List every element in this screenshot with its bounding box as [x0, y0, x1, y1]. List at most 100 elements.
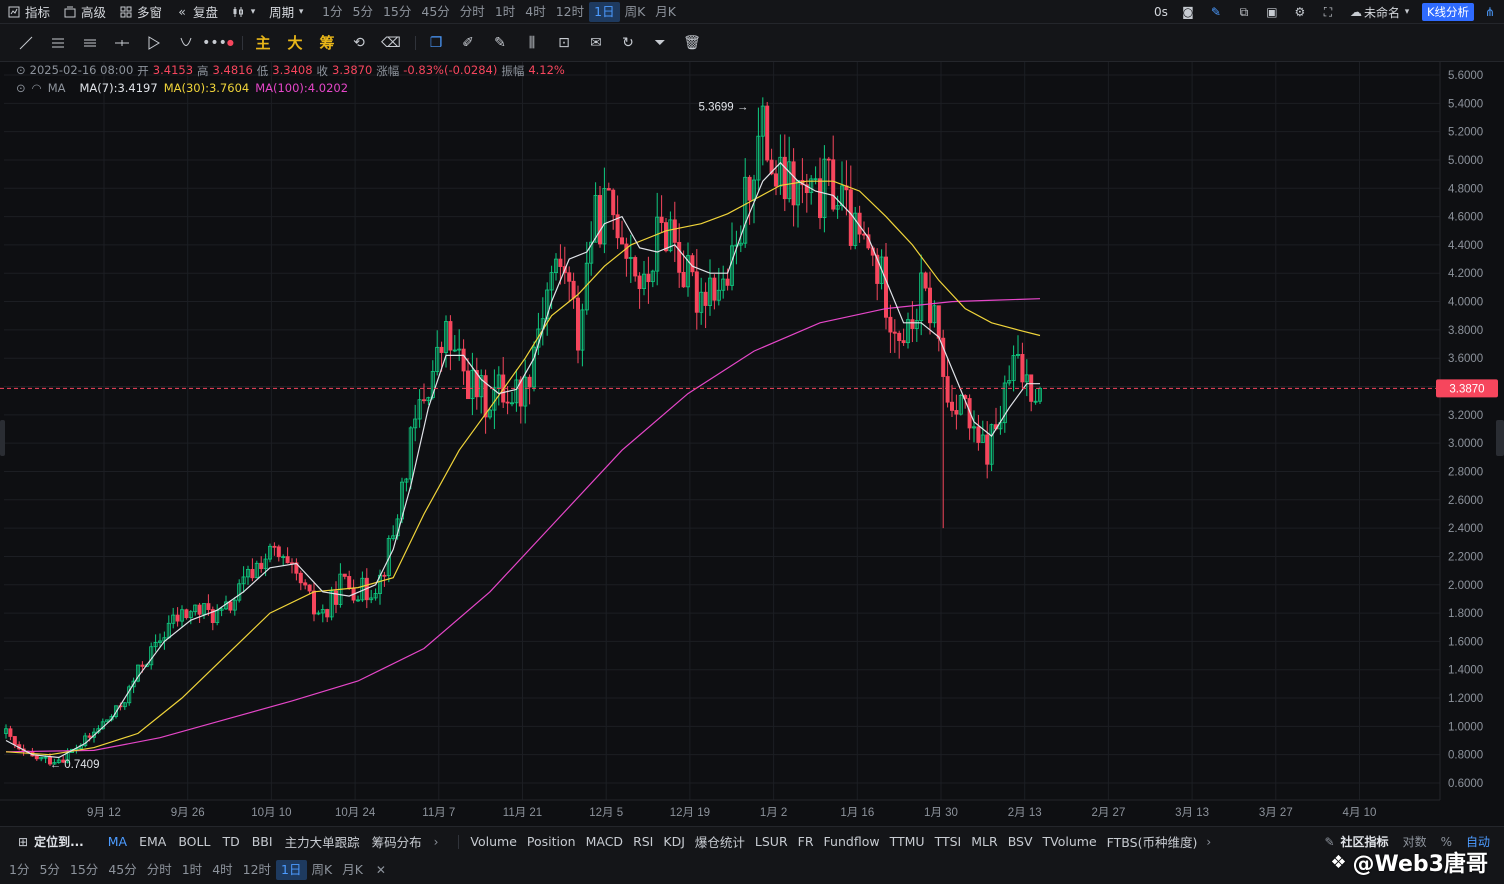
- layout-name[interactable]: 未命名: [1364, 4, 1400, 21]
- sub-indicator-13[interactable]: TVolume: [1038, 834, 1102, 849]
- sub-indicator-7[interactable]: FR: [793, 834, 819, 849]
- top-tf-8[interactable]: 1日: [589, 1, 620, 22]
- chevron-down-icon[interactable]: ▾: [1402, 4, 1412, 20]
- more-tools-icon[interactable]: ••• ●: [202, 29, 234, 57]
- bottom-tf-4[interactable]: 分时: [142, 860, 177, 880]
- grid-icon: [118, 4, 134, 20]
- bottom-tf-8[interactable]: 1日: [276, 860, 307, 880]
- candle-body: [712, 277, 717, 301]
- main-indicator-1[interactable]: EMA: [133, 834, 172, 849]
- sub-indicator-11[interactable]: MLR: [966, 834, 1002, 849]
- candle-body: [659, 216, 664, 223]
- candle-body: [333, 590, 338, 605]
- candlestick-chart[interactable]: 5.6000 5.4000 5.2000 5.0000 4.8000 4.6000 4.40…: [0, 62, 1504, 826]
- chevron-right-icon[interactable]: ›: [1206, 835, 1211, 849]
- bottom-tf-7[interactable]: 12时: [238, 860, 276, 880]
- camera-icon[interactable]: ◙: [1180, 4, 1196, 20]
- main-indicator-6[interactable]: 筹码分布: [366, 832, 428, 851]
- bottom-tf-3[interactable]: 45分: [103, 860, 141, 880]
- sub-indicator-3[interactable]: RSI: [628, 834, 658, 849]
- filter-icon[interactable]: ⏷: [646, 29, 674, 57]
- top-tf-7[interactable]: 12时: [551, 2, 589, 22]
- bottom-tf-2[interactable]: 15分: [65, 860, 103, 880]
- top-tf-4[interactable]: 分时: [455, 2, 490, 22]
- top-tf-9[interactable]: 周K: [620, 2, 651, 22]
- magnet-icon[interactable]: ⟲: [345, 29, 373, 57]
- bottom-tf-1[interactable]: 5分: [34, 860, 64, 880]
- sub-indicator-14[interactable]: FTBS(币种维度): [1102, 832, 1203, 851]
- top-tf-6[interactable]: 4时: [520, 2, 550, 22]
- sub-indicator-5[interactable]: 爆仓统计: [690, 832, 750, 851]
- top-tf-3[interactable]: 45分: [416, 2, 454, 22]
- pencil-icon[interactable]: ✎: [1208, 4, 1224, 20]
- main-indicator-5[interactable]: 主力大单跟踪: [279, 832, 366, 851]
- indicators-button[interactable]: 指标: [6, 2, 50, 21]
- brush-icon[interactable]: ✎: [486, 29, 514, 57]
- sub-indicator-6[interactable]: LSUR: [750, 834, 793, 849]
- sub-indicator-1[interactable]: Position: [522, 834, 581, 849]
- curve-icon[interactable]: [172, 29, 200, 57]
- parallel-lines-icon[interactable]: [76, 29, 104, 57]
- main-indicator-4[interactable]: BBI: [246, 834, 279, 849]
- main-indicator-2[interactable]: BOLL: [172, 834, 216, 849]
- fullscreen-icon[interactable]: ⛶: [1320, 4, 1336, 20]
- locate-icon[interactable]: ⊞: [18, 835, 28, 849]
- chevron-right-icon[interactable]: ›: [434, 835, 439, 849]
- bottom-tf-6[interactable]: 4时: [207, 860, 237, 880]
- sub-indicator-9[interactable]: TTMU: [885, 834, 930, 849]
- timer[interactable]: 0s: [1154, 5, 1168, 19]
- gold-tool-1[interactable]: 大: [281, 29, 309, 57]
- advanced-button[interactable]: 高级: [62, 2, 106, 21]
- rotate-icon[interactable]: ↻: [614, 29, 642, 57]
- gold-tool-2[interactable]: 筹: [313, 29, 341, 57]
- settings-icon[interactable]: ⊙: [16, 81, 26, 95]
- bottom-tf-9[interactable]: 周K: [307, 860, 338, 880]
- sub-indicator-8[interactable]: Fundflow: [819, 834, 885, 849]
- popout-icon[interactable]: ⧉: [1236, 4, 1252, 20]
- replay-button[interactable]: « 复盘: [174, 2, 218, 21]
- sub-indicator-2[interactable]: MACD: [581, 834, 628, 849]
- gold-tools: 主大筹: [249, 29, 345, 57]
- trend-line-icon[interactable]: [12, 29, 40, 57]
- share-icon[interactable]: ⋔: [1482, 4, 1498, 20]
- period-button[interactable]: 周期 ▾: [269, 2, 305, 21]
- eraser-icon[interactable]: ⌫: [377, 29, 405, 57]
- trash-icon[interactable]: 🗑: [678, 29, 706, 57]
- bottom-tf-0[interactable]: 1分: [4, 860, 34, 880]
- locate-button[interactable]: 定位到...: [34, 833, 84, 850]
- main-indicator-3[interactable]: TD: [216, 834, 245, 849]
- horizontal-line-icon[interactable]: [108, 29, 136, 57]
- top-tf-5[interactable]: 1时: [490, 2, 520, 22]
- bottom-tf-10[interactable]: 月K: [337, 860, 368, 880]
- main-indicator-0[interactable]: MA: [102, 834, 133, 849]
- top-tf-0[interactable]: 1分: [317, 2, 347, 22]
- channel-icon[interactable]: [44, 29, 72, 57]
- sub-indicator-0[interactable]: Volume: [465, 834, 522, 849]
- image-icon[interactable]: ▣: [1264, 4, 1280, 20]
- gear-icon[interactable]: ⚙: [1292, 4, 1308, 20]
- top-tf-1[interactable]: 5分: [348, 2, 378, 22]
- gold-tool-0[interactable]: 主: [249, 29, 277, 57]
- note-icon[interactable]: ✉: [582, 29, 610, 57]
- multi-window-button[interactable]: 多窗: [118, 2, 162, 21]
- bars-pattern-icon[interactable]: ⫼: [518, 29, 546, 57]
- candle-body: [703, 291, 708, 306]
- pitchfork-icon[interactable]: [140, 29, 168, 57]
- bottom-tf-5[interactable]: 1时: [177, 860, 207, 880]
- chart-area[interactable]: 5.6000 5.4000 5.2000 5.0000 4.8000 4.6000 4.40…: [0, 62, 1504, 826]
- kline-analysis-button[interactable]: K线分析: [1421, 3, 1474, 21]
- chart-type-button[interactable]: ▾: [230, 4, 257, 20]
- candle-body: [421, 399, 426, 402]
- copy-icon[interactable]: ❐: [422, 29, 450, 57]
- sub-indicator-10[interactable]: TTSI: [930, 834, 967, 849]
- eye-icon[interactable]: ◠: [32, 81, 42, 95]
- sub-indicator-12[interactable]: BSV: [1003, 834, 1038, 849]
- ruler-icon[interactable]: ✐: [454, 29, 482, 57]
- lock-icon[interactable]: ⊡: [550, 29, 578, 57]
- sub-indicator-4[interactable]: KDJ: [658, 834, 690, 849]
- top-tf-2[interactable]: 15分: [378, 2, 416, 22]
- candle-body: [923, 272, 928, 289]
- settings-icon[interactable]: ⊙: [16, 63, 26, 79]
- close-icon[interactable]: ✕: [376, 863, 386, 877]
- top-tf-10[interactable]: 月K: [650, 2, 681, 22]
